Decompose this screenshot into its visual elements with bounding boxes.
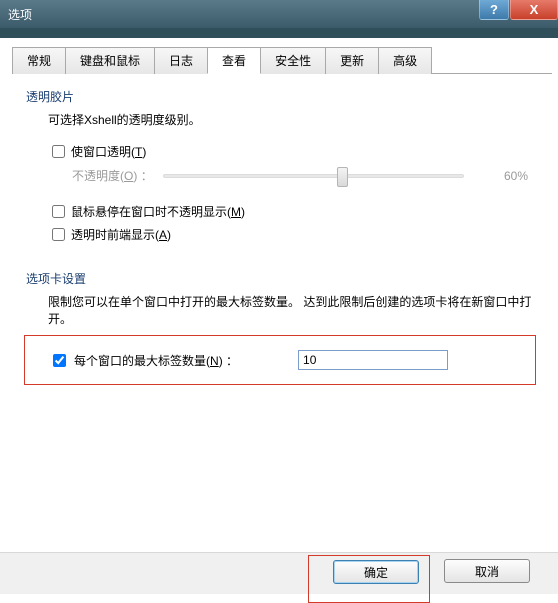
dialog-footer: 确定 取消 bbox=[0, 552, 558, 594]
hover-opaque-row[interactable]: 鼠标悬停在窗口时不透明显示(M) bbox=[48, 202, 536, 221]
always-on-top-label: 透明时前端显示(A) bbox=[71, 226, 171, 243]
tabpanel-view: 透明胶片 可选择Xshell的透明度级别。 使窗口透明(T) 不透明度(O) ：… bbox=[14, 74, 552, 395]
tab-view[interactable]: 查看 bbox=[207, 47, 261, 74]
make-window-transparent-row[interactable]: 使窗口透明(T) bbox=[48, 142, 536, 161]
hover-opaque-label: 鼠标悬停在窗口时不透明显示(M) bbox=[71, 203, 245, 220]
opacity-slider[interactable] bbox=[163, 174, 464, 178]
group-transparency-desc: 可选择Xshell的透明度级别。 bbox=[48, 111, 536, 128]
tab-keyboard-mouse[interactable]: 键盘和鼠标 bbox=[65, 47, 155, 74]
opacity-slider-thumb[interactable] bbox=[337, 167, 348, 187]
titlebar-shadow bbox=[0, 28, 558, 38]
window-title: 选项 bbox=[8, 6, 32, 23]
cancel-button[interactable]: 取消 bbox=[444, 559, 530, 583]
group-tabsetting-title: 选项卡设置 bbox=[26, 270, 536, 287]
tab-update[interactable]: 更新 bbox=[325, 47, 379, 74]
hover-opaque-checkbox[interactable] bbox=[52, 205, 65, 218]
help-button[interactable]: ? bbox=[479, 0, 509, 20]
opacity-row: 不透明度(O) ： 60% bbox=[72, 167, 536, 184]
tab-security[interactable]: 安全性 bbox=[260, 47, 326, 74]
tab-log[interactable]: 日志 bbox=[154, 47, 208, 74]
make-window-transparent-label: 使窗口透明(T) bbox=[71, 143, 146, 160]
titlebar: 选项 ? X bbox=[0, 0, 558, 28]
dialog-body: 常规 键盘和鼠标 日志 查看 安全性 更新 高级 透明胶片 可选择Xshell的… bbox=[0, 38, 558, 395]
ok-button[interactable]: 确定 bbox=[333, 560, 419, 584]
tab-general[interactable]: 常规 bbox=[12, 47, 66, 74]
max-tabs-row: 每个窗口的最大标签数量(N) ： bbox=[49, 350, 525, 370]
opacity-label: 不透明度(O) ： bbox=[72, 167, 153, 184]
ok-highlight-box: 确定 bbox=[308, 555, 430, 603]
group-tabsetting-desc: 限制您可以在单个窗口中打开的最大标签数量。 达到此限制后创建的选项卡将在新窗口中… bbox=[48, 293, 536, 327]
tab-advanced[interactable]: 高级 bbox=[378, 47, 432, 74]
highlight-box: 每个窗口的最大标签数量(N) ： bbox=[24, 335, 536, 385]
opacity-value: 60% bbox=[488, 169, 528, 183]
group-transparency-title: 透明胶片 bbox=[26, 88, 536, 105]
always-on-top-row[interactable]: 透明时前端显示(A) bbox=[48, 225, 536, 244]
max-tabs-label: 每个窗口的最大标签数量(N) ： bbox=[74, 352, 238, 369]
close-button[interactable]: X bbox=[510, 0, 558, 20]
max-tabs-input[interactable] bbox=[298, 350, 448, 370]
tabstrip: 常规 键盘和鼠标 日志 查看 安全性 更新 高级 bbox=[12, 46, 552, 74]
max-tabs-checkbox[interactable] bbox=[53, 354, 66, 367]
make-window-transparent-checkbox[interactable] bbox=[52, 145, 65, 158]
titlebar-buttons: ? X bbox=[478, 0, 558, 22]
always-on-top-checkbox[interactable] bbox=[52, 228, 65, 241]
